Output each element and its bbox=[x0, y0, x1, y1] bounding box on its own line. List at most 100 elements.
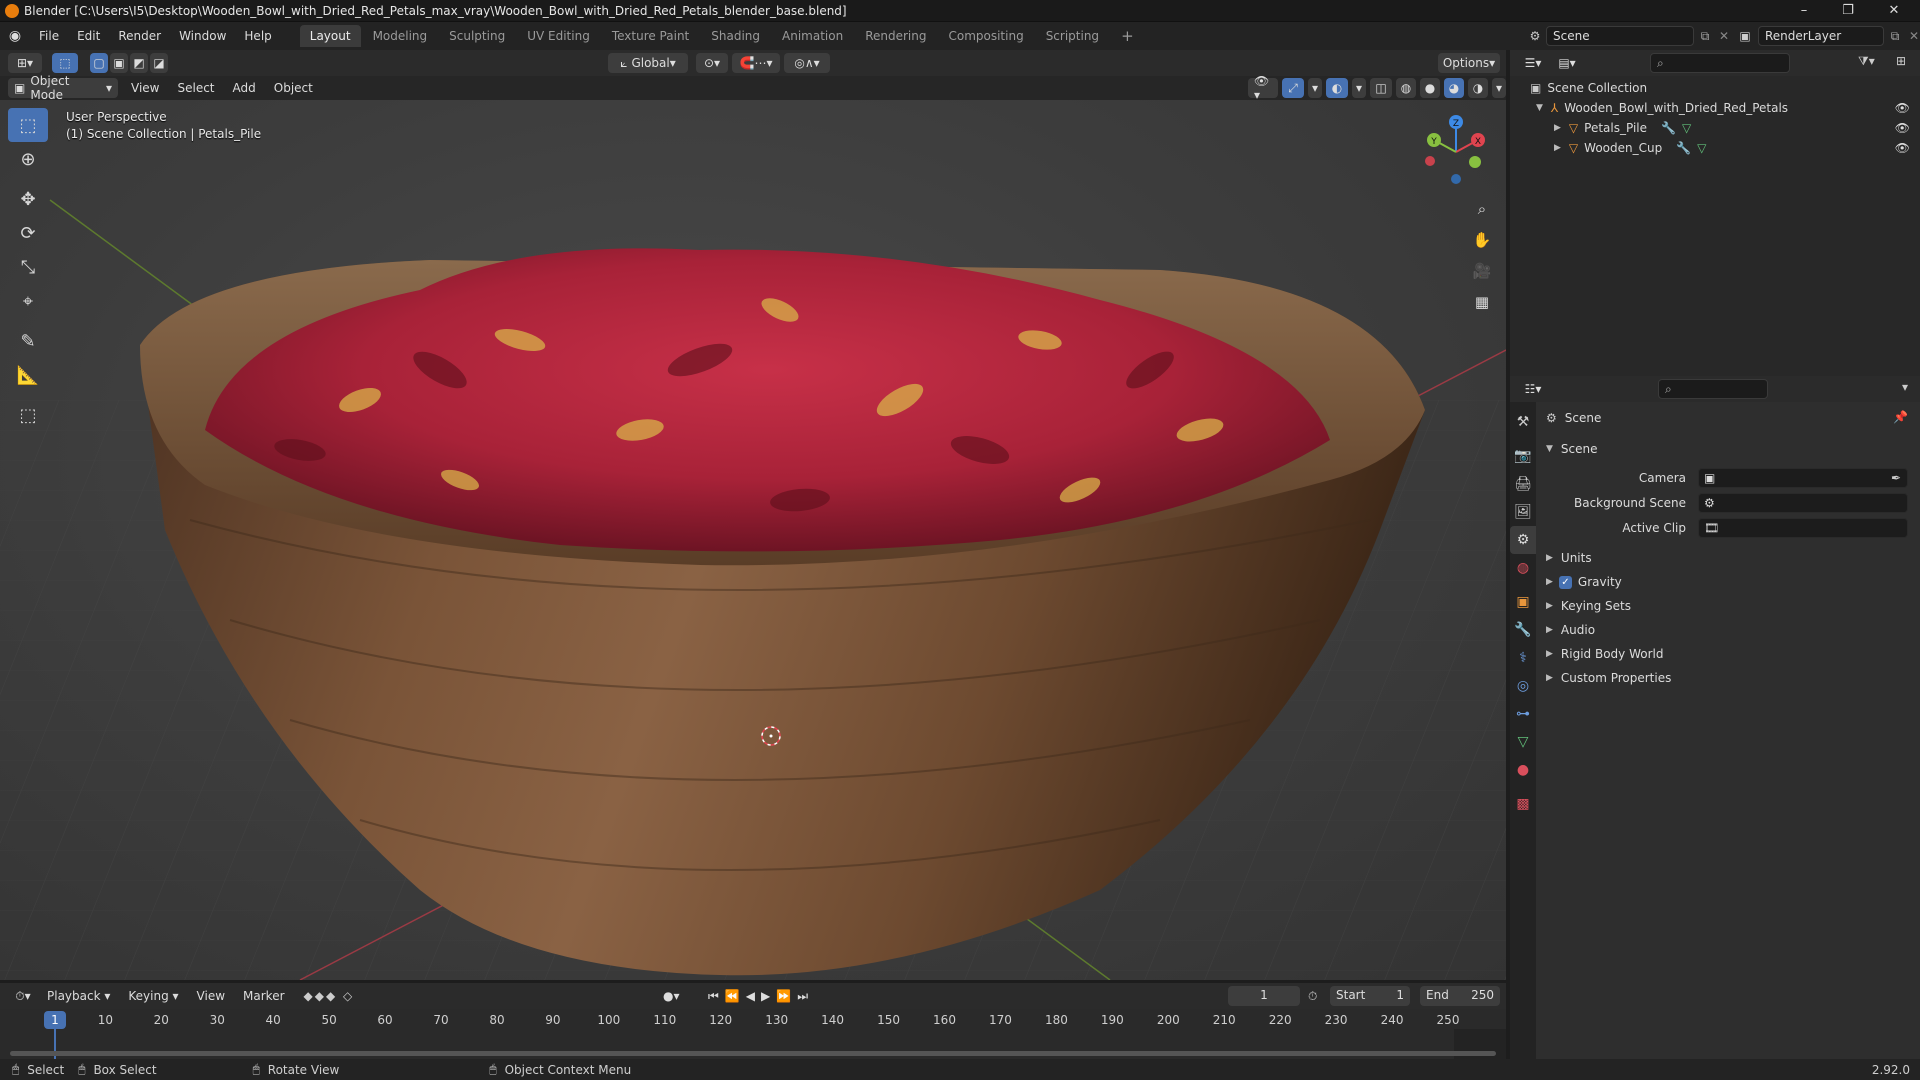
viewport-menu-select[interactable]: Select bbox=[168, 78, 223, 98]
xray-toggle-icon[interactable]: ◫ bbox=[1370, 78, 1392, 98]
tab-animation[interactable]: Animation bbox=[772, 25, 853, 47]
3d-viewport[interactable]: User Perspective (1) Scene Collection | … bbox=[0, 100, 1506, 980]
tree-row-scene-collection[interactable]: ▣ Scene Collection bbox=[1510, 78, 1920, 98]
viewport-menu-add[interactable]: Add bbox=[224, 78, 265, 98]
visibility-eye-icon[interactable]: 👁 bbox=[1895, 101, 1910, 115]
expand-arrow-icon[interactable]: ▶ bbox=[1554, 143, 1561, 153]
display-mode-icon[interactable]: ▤▾ bbox=[1552, 53, 1582, 73]
mode-extend-icon[interactable]: ▣ bbox=[110, 53, 128, 73]
new-collection-icon[interactable]: ⊞ bbox=[1896, 54, 1906, 68]
tab-uv-editing[interactable]: UV Editing bbox=[517, 25, 600, 47]
eyedropper-icon[interactable]: ✒ bbox=[1891, 471, 1901, 485]
playhead-marker[interactable]: 1 bbox=[44, 1011, 66, 1029]
rotate-tool-icon[interactable]: ⟳ bbox=[8, 216, 48, 250]
properties-search-input[interactable]: ⌕ bbox=[1658, 379, 1768, 399]
tool-tab-icon[interactable]: ⚒ bbox=[1510, 408, 1536, 436]
tab-modeling[interactable]: Modeling bbox=[363, 25, 438, 47]
shading-wireframe-icon[interactable]: ◍ bbox=[1396, 78, 1416, 98]
active-clip-field[interactable]: 🎞 bbox=[1698, 518, 1908, 538]
keying-sets-panel-header[interactable]: ▶ Keying Sets bbox=[1546, 595, 1631, 617]
show-overlays-icon[interactable]: ◐ bbox=[1326, 78, 1348, 98]
auto-key-record-icon[interactable]: ●▾ bbox=[663, 989, 680, 1003]
jump-end-icon[interactable]: ⏭ bbox=[797, 989, 808, 1004]
zoom-icon[interactable]: ⌕ bbox=[1468, 195, 1496, 223]
annotate-tool-icon[interactable]: ✎ bbox=[8, 324, 48, 358]
material-tab-icon[interactable]: ● bbox=[1510, 756, 1536, 784]
background-scene-field[interactable]: ⚙ bbox=[1698, 493, 1908, 513]
select-mode-group[interactable]: ▢ ▣ ◩ ◪ bbox=[90, 53, 168, 73]
add-workspace-button[interactable]: + bbox=[1111, 25, 1144, 47]
minimize-button[interactable]: – bbox=[1782, 0, 1826, 22]
options-dropdown[interactable]: Options ▾ bbox=[1438, 53, 1500, 73]
scene-selector[interactable]: Scene bbox=[1546, 26, 1694, 46]
world-tab-icon[interactable]: ◍ bbox=[1510, 554, 1536, 582]
remove-scene-icon[interactable]: ✕ bbox=[1716, 29, 1732, 43]
shading-rendered-icon[interactable]: ◑ bbox=[1468, 78, 1488, 98]
shading-solid-icon[interactable]: ● bbox=[1420, 78, 1440, 98]
gravity-checkbox[interactable]: ✓ bbox=[1558, 575, 1572, 589]
gizmo-dropdown-icon[interactable]: ▾ bbox=[1308, 78, 1322, 98]
pin-icon[interactable]: 📌 bbox=[1893, 410, 1908, 424]
new-scene-icon[interactable]: ⧉ bbox=[1694, 29, 1716, 44]
end-frame-field[interactable]: End 250 bbox=[1420, 986, 1500, 1006]
audio-panel-header[interactable]: ▶ Audio bbox=[1546, 619, 1595, 641]
select-box-tool-icon[interactable]: ⬚ bbox=[8, 108, 48, 142]
overlays-dropdown-icon[interactable]: ▾ bbox=[1352, 78, 1366, 98]
tree-row-collection[interactable]: ▼ ⅄ Wooden_Bowl_with_Dried_Red_Petals 👁 bbox=[1510, 98, 1920, 118]
camera-view-icon[interactable]: 🎥 bbox=[1468, 257, 1496, 285]
tab-layout[interactable]: Layout bbox=[299, 25, 361, 47]
navigation-gizmo[interactable]: Z X Y bbox=[1416, 112, 1496, 192]
tab-shading[interactable]: Shading bbox=[701, 25, 770, 47]
pan-hand-icon[interactable]: ✋ bbox=[1468, 226, 1496, 254]
tab-compositing[interactable]: Compositing bbox=[938, 25, 1033, 47]
mode-subtract-icon[interactable]: ◩ bbox=[130, 53, 148, 73]
viewport-menu-view[interactable]: View bbox=[122, 78, 168, 98]
maximize-button[interactable]: ❐ bbox=[1826, 0, 1870, 22]
tree-row-object[interactable]: ▶ ▽ Wooden_Cup 🔧 ▽ 👁 bbox=[1510, 138, 1920, 158]
play-icon[interactable]: ▶ bbox=[761, 989, 770, 1004]
properties-editor-type-icon[interactable]: ☷▾ bbox=[1518, 379, 1548, 399]
modifier-wrench-icon[interactable]: 🔧 bbox=[1676, 141, 1691, 155]
menu-help[interactable]: Help bbox=[235, 22, 280, 50]
constraints-tab-icon[interactable]: ⊶ bbox=[1510, 700, 1536, 728]
outliner-search-input[interactable]: ⌕ bbox=[1650, 53, 1790, 73]
new-view-layer-icon[interactable]: ⧉ bbox=[1884, 29, 1906, 44]
current-frame-field[interactable]: 1 bbox=[1228, 986, 1300, 1006]
tab-texture-paint[interactable]: Texture Paint bbox=[602, 25, 699, 47]
modifier-wrench-icon[interactable]: 🔧 bbox=[1661, 121, 1676, 135]
measure-tool-icon[interactable]: 📐 bbox=[8, 358, 48, 392]
viewport-menu-object[interactable]: Object bbox=[265, 78, 322, 98]
preview-range-icon[interactable]: ⏱ bbox=[1308, 989, 1317, 1004]
start-frame-field[interactable]: Start 1 bbox=[1330, 986, 1410, 1006]
timeline-menu-marker[interactable]: Marker bbox=[234, 982, 293, 1010]
cursor-tool-icon[interactable]: ⊕ bbox=[8, 142, 48, 176]
visibility-eye-icon[interactable]: 👁 bbox=[1895, 141, 1910, 155]
tab-scripting[interactable]: Scripting bbox=[1036, 25, 1109, 47]
transform-tool-icon[interactable]: ⌖ bbox=[8, 284, 48, 318]
play-reverse-icon[interactable]: ◀ bbox=[746, 989, 755, 1004]
menu-edit[interactable]: Edit bbox=[68, 22, 109, 50]
camera-field[interactable]: ▣ ✒ bbox=[1698, 468, 1908, 488]
jump-key-next-icon[interactable]: ⏩ bbox=[776, 989, 791, 1004]
object-tab-icon[interactable]: ▣ bbox=[1510, 588, 1536, 616]
custom-properties-panel-header[interactable]: ▶ Custom Properties bbox=[1546, 667, 1671, 689]
render-tab-icon[interactable]: 📷 bbox=[1510, 442, 1536, 470]
timeline-editor-type-icon[interactable]: ⏱▾ bbox=[8, 986, 38, 1006]
move-tool-icon[interactable]: ✥ bbox=[8, 182, 48, 216]
proportional-edit-icon[interactable]: ◎∧▾ bbox=[784, 53, 830, 73]
modifier-tab-icon[interactable]: 🔧 bbox=[1510, 616, 1536, 644]
object-mode-dropdown[interactable]: ▣ Object Mode ▾ bbox=[8, 74, 118, 102]
tab-rendering[interactable]: Rendering bbox=[855, 25, 936, 47]
remove-view-layer-icon[interactable]: ✕ bbox=[1906, 29, 1920, 43]
mode-intersect-icon[interactable]: ◪ bbox=[150, 53, 168, 73]
view-layer-selector[interactable]: RenderLayer bbox=[1758, 26, 1884, 46]
expand-arrow-icon[interactable]: ▶ bbox=[1554, 123, 1561, 133]
close-button[interactable]: ✕ bbox=[1872, 0, 1916, 22]
timeline-area[interactable]: 1102030405060708090100110120130140150160… bbox=[0, 1009, 1506, 1059]
gravity-panel-header[interactable]: ▶ ✓ Gravity bbox=[1546, 571, 1622, 593]
pivot-point-icon[interactable]: ⊙▾ bbox=[696, 53, 728, 73]
visibility-filter-icon[interactable]: 👁▾ bbox=[1248, 74, 1278, 102]
particles-tab-icon[interactable]: ⚕ bbox=[1510, 644, 1536, 672]
expand-arrow-icon[interactable]: ▼ bbox=[1536, 103, 1543, 113]
visibility-eye-icon[interactable]: 👁 bbox=[1895, 121, 1910, 135]
